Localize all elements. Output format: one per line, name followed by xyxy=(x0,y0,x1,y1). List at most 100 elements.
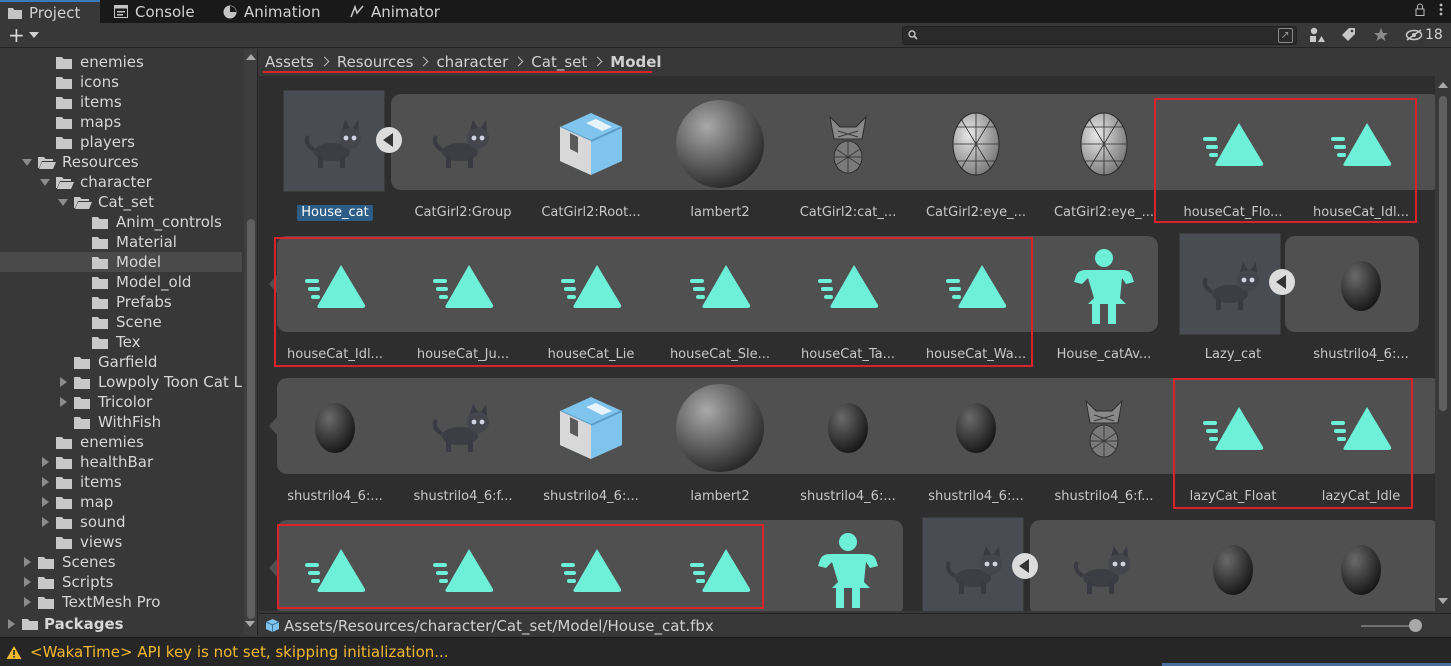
expand-arrow-icon[interactable] xyxy=(20,572,34,592)
tree-item[interactable]: Prefabs xyxy=(0,292,242,312)
tree-item[interactable]: sound xyxy=(0,512,242,532)
asset-item[interactable] xyxy=(1040,520,1168,611)
asset-item[interactable]: lambert2 xyxy=(656,378,784,516)
grid-scrollbar[interactable] xyxy=(1435,76,1451,611)
tree-item[interactable]: enemies xyxy=(0,52,242,72)
chevron-right-icon xyxy=(592,56,603,67)
tree-item[interactable]: Scripts xyxy=(0,572,242,592)
create-button[interactable]: + xyxy=(8,24,25,46)
tree-item[interactable]: Tex xyxy=(0,332,242,352)
expand-arrow-icon[interactable] xyxy=(56,392,70,412)
expand-arrow-icon[interactable] xyxy=(20,552,34,572)
asset-item[interactable] xyxy=(1169,520,1297,611)
tab-project[interactable]: Project xyxy=(0,0,100,23)
asset-item[interactable]: CatGirl2:cat_... xyxy=(784,94,912,232)
asset-item[interactable] xyxy=(784,520,912,611)
asset-item[interactable] xyxy=(1297,520,1425,611)
asset-item[interactable]: shustrilo4_6:... xyxy=(271,378,399,516)
breadcrumb-character[interactable]: character xyxy=(436,53,508,71)
scroll-down-arrow-icon[interactable] xyxy=(245,621,255,627)
expand-arrow-icon[interactable] xyxy=(38,492,52,512)
search-scope-icon[interactable] xyxy=(1278,28,1293,43)
breadcrumb-resources[interactable]: Resources xyxy=(337,53,414,71)
expand-arrow-icon[interactable] xyxy=(7,619,15,629)
search-field[interactable] xyxy=(902,26,1297,45)
tree-item[interactable]: enemies xyxy=(0,432,242,452)
asset-item[interactable]: lambert2 xyxy=(656,94,784,232)
tree-item-packages[interactable]: Packages xyxy=(0,613,258,635)
tree-item[interactable]: Model_old xyxy=(0,272,242,292)
scroll-down-arrow-icon[interactable] xyxy=(1438,598,1448,604)
chevron-down-icon[interactable] xyxy=(29,32,39,38)
tree-scrollbar-thumb[interactable] xyxy=(247,219,255,619)
tree-item[interactable]: Lowpoly Toon Cat L xyxy=(0,372,242,392)
console-status-bar[interactable]: <WakaTime> API key is not set, skipping … xyxy=(0,637,1451,666)
tree-item[interactable]: Tricolor xyxy=(0,392,242,412)
collapse-subassets-button[interactable] xyxy=(376,127,402,153)
favorite-star-icon[interactable] xyxy=(1373,27,1389,43)
asset-item[interactable]: CatGirl2:eye_... xyxy=(912,94,1040,232)
tree-item[interactable]: items xyxy=(0,92,242,112)
breadcrumb-model[interactable]: Model xyxy=(610,53,661,71)
lock-icon[interactable] xyxy=(1415,3,1425,16)
tree-item[interactable]: map xyxy=(0,492,242,512)
grid-scrollbar-thumb[interactable] xyxy=(1439,96,1447,411)
tree-item[interactable]: views xyxy=(0,532,242,552)
collapse-arrow-icon[interactable] xyxy=(38,172,52,192)
asset-item[interactable]: CatGirl2:eye_... xyxy=(1040,94,1168,232)
tree-item[interactable]: WithFish xyxy=(0,412,242,432)
tab-animator[interactable]: Animator xyxy=(342,0,452,23)
scroll-up-arrow-icon[interactable] xyxy=(1438,82,1448,88)
tree-item[interactable]: maps xyxy=(0,112,242,132)
tree-item[interactable]: Scenes xyxy=(0,552,242,572)
expand-arrow-icon[interactable] xyxy=(38,452,52,472)
tree-item[interactable]: character xyxy=(0,172,242,192)
tree-item[interactable]: Anim_controls xyxy=(0,212,242,232)
tab-animation[interactable]: Animation xyxy=(215,0,335,23)
filter-by-type-icon[interactable] xyxy=(1309,27,1325,43)
tree-item[interactable]: items xyxy=(0,472,242,492)
asset-item[interactable]: House_catAv... xyxy=(1040,236,1168,374)
breadcrumb-assets[interactable]: Assets xyxy=(265,53,314,71)
tree-item-label: players xyxy=(80,133,135,151)
asset-item[interactable]: shustrilo4_6:f... xyxy=(399,378,527,516)
tree-item[interactable]: Scene xyxy=(0,312,242,332)
asset-item[interactable]: CatGirl2:Root... xyxy=(527,94,655,232)
asset-item[interactable]: shustrilo4_6:... xyxy=(784,378,912,516)
tree-item[interactable]: Garfield xyxy=(0,352,242,372)
tree-scrollbar[interactable] xyxy=(244,49,257,635)
search-input[interactable] xyxy=(921,27,1271,44)
collapse-arrow-icon[interactable] xyxy=(20,152,34,172)
highlight-box xyxy=(1154,98,1417,223)
filter-by-label-icon[interactable] xyxy=(1341,27,1357,43)
breadcrumb-cat-set[interactable]: Cat_set xyxy=(531,53,587,71)
tree-item[interactable]: players xyxy=(0,132,242,152)
asset-item[interactable]: shustrilo4_6:... xyxy=(1297,236,1425,374)
asset-item[interactable]: House_cat xyxy=(271,94,399,232)
collapse-subassets-button[interactable] xyxy=(1269,269,1295,295)
tree-item-label: TextMesh Pro xyxy=(62,593,161,611)
tree-item[interactable]: healthBar xyxy=(0,452,242,472)
collapse-arrow-icon[interactable] xyxy=(56,192,70,212)
tree-item[interactable]: Resources xyxy=(0,152,242,172)
tree-item[interactable]: TextMesh Pro xyxy=(0,592,242,612)
expand-arrow-icon[interactable] xyxy=(56,372,70,392)
expand-arrow-icon[interactable] xyxy=(38,472,52,492)
asset-item[interactable]: CatGirl2:Group xyxy=(399,94,527,232)
expand-arrow-icon[interactable] xyxy=(20,592,34,612)
scroll-up-arrow-icon[interactable] xyxy=(246,54,256,60)
collapse-subassets-button[interactable] xyxy=(1012,553,1038,579)
tree-item[interactable]: Model xyxy=(0,252,242,272)
asset-item[interactable]: shustrilo4_6:... xyxy=(912,378,1040,516)
hidden-packages-toggle[interactable]: 18 xyxy=(1405,27,1443,43)
expand-arrow-icon[interactable] xyxy=(38,512,52,532)
asset-item[interactable]: shustrilo4_6:f... xyxy=(1040,378,1168,516)
tab-console[interactable]: Console xyxy=(106,0,211,23)
tree-item[interactable]: icons xyxy=(0,72,242,92)
zoom-slider-handle[interactable] xyxy=(1409,619,1422,632)
tree-item[interactable]: Cat_set xyxy=(0,192,242,212)
tree-item[interactable]: Material xyxy=(0,232,242,252)
asset-item[interactable]: shustrilo4_6:... xyxy=(527,378,655,516)
asset-item[interactable]: Lazy_cat xyxy=(1169,236,1297,374)
more-options-icon[interactable] xyxy=(1439,3,1443,16)
